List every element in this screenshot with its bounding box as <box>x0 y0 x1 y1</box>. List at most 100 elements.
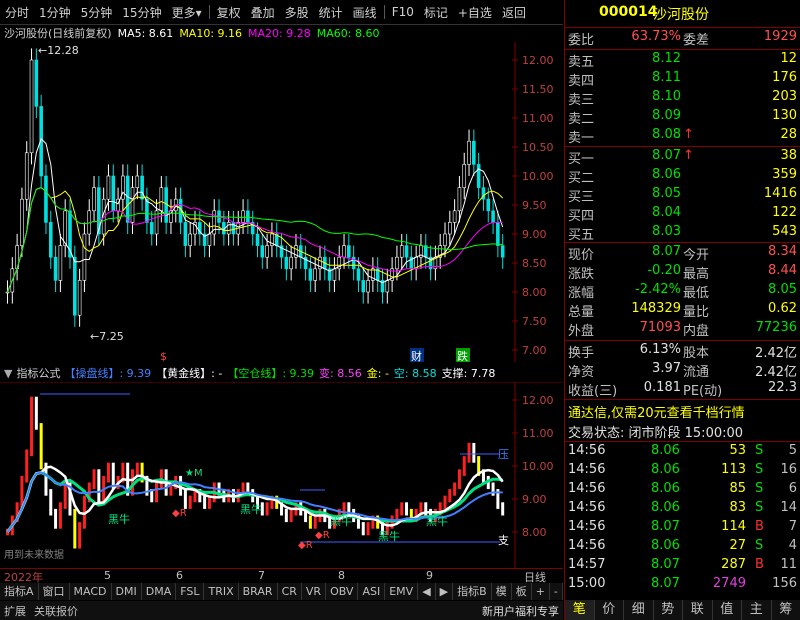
die-marker[interactable]: 跌 <box>457 349 468 362</box>
sell-price[interactable]: 8.08 <box>652 127 681 142</box>
toolbar-item-3[interactable]: 15分钟 <box>117 4 166 21</box>
toolbar-item-10[interactable]: F10 <box>387 5 419 19</box>
indicator-tab-12[interactable]: EMV <box>385 583 419 600</box>
sell-row: 卖三 8.10 203 <box>565 89 800 108</box>
toolbar-item-0[interactable]: 分时 <box>0 4 34 21</box>
new-user-promo[interactable]: 新用户福利专享 <box>478 603 563 619</box>
toolbar-item-7[interactable]: 多股 <box>280 4 314 21</box>
toolbar-item-11[interactable]: 标记 <box>419 4 453 21</box>
indicator-tab-15[interactable]: 指标B <box>453 583 492 600</box>
indicator-tab-0[interactable]: 指标A <box>0 583 39 600</box>
stat-label: 量比 <box>683 305 710 320</box>
indicator-tab-7[interactable]: BRAR <box>239 583 278 600</box>
indicator-tab-11[interactable]: ASI <box>358 583 386 600</box>
quote-tab-7[interactable]: 筹 <box>772 600 800 620</box>
toolbar-item-13[interactable]: 返回 <box>497 4 531 21</box>
indicator-dropdown-icon[interactable]: ▼ <box>4 367 12 380</box>
stat-label: 总量 <box>568 305 595 320</box>
related-quote-button[interactable]: 关联报价 <box>30 603 82 619</box>
buy-price[interactable]: 8.04 <box>652 205 681 220</box>
buy-price[interactable]: 8.06 <box>652 167 681 182</box>
ind-bar <box>265 502 269 516</box>
ad-text[interactable]: 通达信,仅需20元查看千档行情 <box>568 402 745 421</box>
toolbar-separator <box>208 5 210 19</box>
indicator-tab-4[interactable]: DMA <box>142 583 177 600</box>
toolbar-item-2[interactable]: 5分钟 <box>76 4 118 21</box>
buy-price[interactable]: 8.03 <box>652 224 681 239</box>
toolbar-item-12[interactable]: +自选 <box>453 4 497 21</box>
sell-price[interactable]: 8.11 <box>652 70 681 85</box>
indicator-tab-14[interactable]: ▶ <box>436 583 454 600</box>
trade-status: 交易状态: 闭市阶段 15:00:00 <box>568 426 744 441</box>
sell-price[interactable]: 8.10 <box>652 89 681 104</box>
sell-row: 卖五 8.12 12 <box>565 51 800 70</box>
stat-value: 0.62 <box>768 301 797 316</box>
candle-body <box>342 245 346 258</box>
quote-tab-0[interactable]: 笔 <box>565 600 595 620</box>
indicator-tab-16[interactable]: 模 <box>492 583 512 600</box>
indicator-tab-2[interactable]: MACD <box>70 583 112 600</box>
indicator-tab-18[interactable]: + <box>532 583 550 600</box>
toolbar-item-8[interactable]: 统计 <box>314 4 348 21</box>
tick-volume: 53 <box>729 443 746 458</box>
pressure-label: 压 <box>498 448 509 461</box>
buy-label: 买四 <box>568 209 595 224</box>
indicator-tab-19[interactable]: - <box>550 583 563 600</box>
stat-row: 涨跌 -0.20 最高 8.44 <box>565 263 800 282</box>
buy-price[interactable]: 8.07 <box>652 148 681 163</box>
ind-bar <box>342 502 346 516</box>
sell-price[interactable]: 8.12 <box>652 51 681 66</box>
ma-label-2: MA20: 9.28 <box>248 26 311 40</box>
sell-price[interactable]: 8.09 <box>652 108 681 123</box>
indicator-tab-3[interactable]: DMI <box>112 583 142 600</box>
buy-volume: 38 <box>780 148 797 163</box>
stat-label: 最低 <box>683 286 710 301</box>
ind-bar <box>30 396 34 457</box>
indicator-tab-9[interactable]: VR <box>302 583 327 600</box>
toolbar-item-1[interactable]: 1分钟 <box>34 4 76 21</box>
sell-label: 卖三 <box>568 93 595 108</box>
quote-tab-5[interactable]: 值 <box>713 600 742 620</box>
expand-button[interactable]: 扩展 <box>0 603 30 619</box>
toolbar-item-4[interactable]: 更多▾ <box>167 4 207 21</box>
indicator-tab-17[interactable]: 板 <box>512 583 532 600</box>
tick-count: 156 <box>772 576 797 591</box>
ind-bar <box>405 502 409 516</box>
ind-bar <box>183 489 187 509</box>
quote-tab-2[interactable]: 细 <box>624 600 654 620</box>
ind-bar <box>106 462 110 483</box>
quote-tab-1[interactable]: 价 <box>595 600 624 620</box>
x-axis-label: 9 <box>426 569 433 582</box>
stat2-row: 收益(三) 0.181 PE(动) 22.3 <box>565 380 800 399</box>
candle-body <box>399 245 404 258</box>
ad-banner[interactable]: 通达信,仅需20元查看千档行情 <box>565 402 800 421</box>
toolbar-item-5[interactable]: 复权 <box>212 4 246 21</box>
buy-price[interactable]: 8.05 <box>652 186 681 201</box>
indicator-tab-8[interactable]: CR <box>278 583 302 600</box>
indicator-values: 【操盘线】: 9.39 【黄金线】: - 【空仓线】: 9.39 变: 8.56 金: … <box>64 365 495 381</box>
candle-body <box>452 210 457 223</box>
indicator-tab-10[interactable]: OBV <box>326 583 359 600</box>
candle-body <box>226 222 231 235</box>
quote-tab-4[interactable]: 联 <box>683 600 713 620</box>
quote-tab-6[interactable]: 主 <box>742 600 772 620</box>
up-arrow-icon: ↑ <box>683 127 694 142</box>
indicator-tab-5[interactable]: FSL <box>176 583 205 600</box>
stat2-row: 换手 6.13% 股本 2.42亿 <box>565 342 800 361</box>
indicator-tab-6[interactable]: TRIX <box>204 583 239 600</box>
ind-bar <box>366 522 370 536</box>
indicator-name[interactable]: 指标公式 <box>16 365 60 381</box>
ind-bar <box>501 502 505 516</box>
toolbar-item-9[interactable]: 画线 <box>348 4 382 21</box>
x-axis-label: 7 <box>258 569 265 582</box>
indicator-tab-13[interactable]: ◀ <box>418 583 436 600</box>
kline-chart[interactable]: 12.00 11.50 11.00 10.50 10.00 9.50 9.00 8.50 8.0… <box>0 42 563 362</box>
cai-marker[interactable]: 财 <box>411 349 422 362</box>
tick-row: 14:56 8.06 85 S 6 <box>565 481 800 500</box>
toolbar-item-6[interactable]: 叠加 <box>246 4 280 21</box>
indicator-tab-1[interactable]: 窗口 <box>39 583 70 600</box>
candle-body <box>188 233 192 246</box>
buy-label: 买一 <box>568 152 595 167</box>
quote-tab-3[interactable]: 势 <box>654 600 683 620</box>
indicator-chart[interactable]: 12.0011.0010.009.008.00压支黑牛黑牛黑牛黑牛黑牛★M◆R◆… <box>0 382 563 568</box>
